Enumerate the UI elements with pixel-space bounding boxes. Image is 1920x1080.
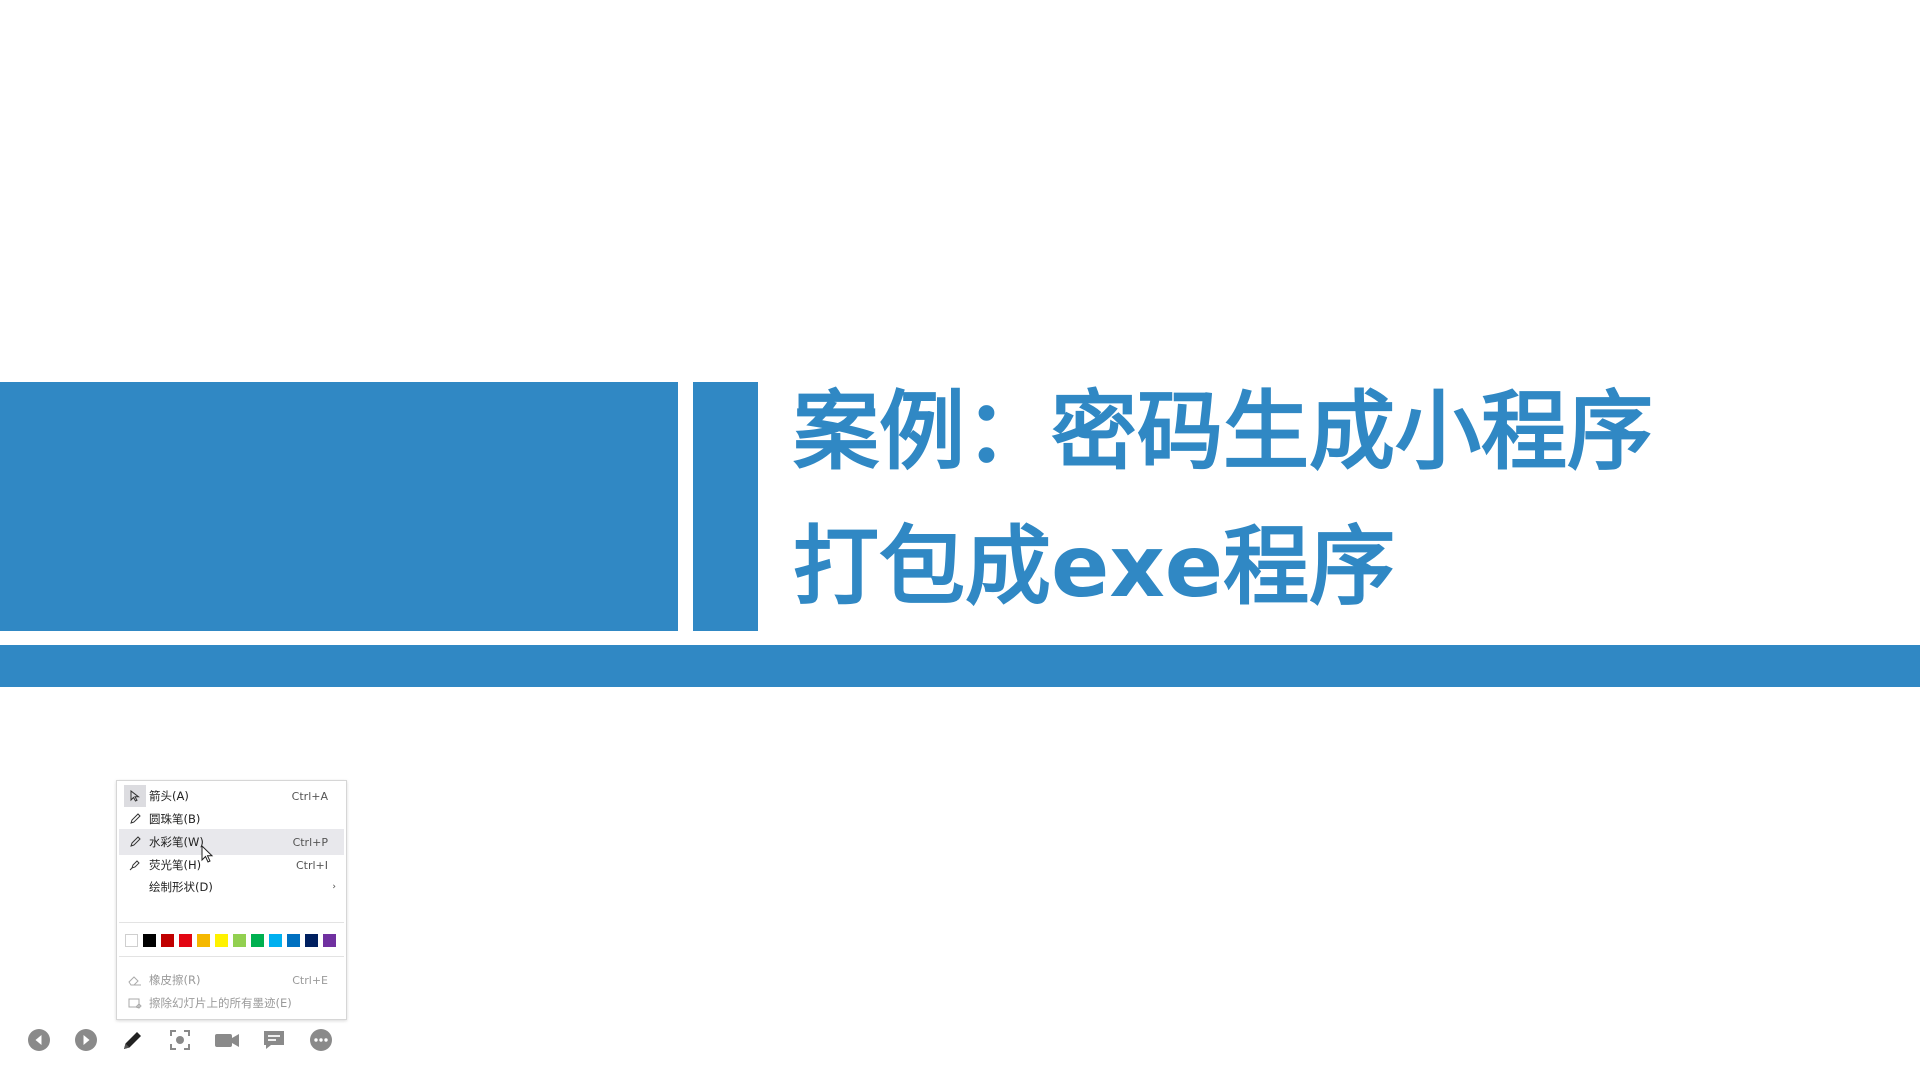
pen-tool-button[interactable] [118,1025,148,1055]
menu-item-shortcut: Ctrl+I [295,858,328,872]
color-swatch[interactable] [143,934,156,947]
zoom-button[interactable] [165,1025,195,1055]
zoom-icon [170,1030,190,1050]
previous-slide-button[interactable] [24,1025,54,1055]
ink-color-palette [125,934,336,947]
color-swatch[interactable] [125,934,138,947]
next-slide-button[interactable] [71,1025,101,1055]
menu-item-label: 橡皮擦(R) [149,973,201,987]
menu-item-label: 箭头(A) [149,789,189,803]
menu-item-label: 绘制形状(D) [149,880,213,894]
more-options-button[interactable] [306,1025,336,1055]
menu-item-shortcut: Ctrl+E [292,973,328,987]
highlighter-icon [124,854,146,876]
color-swatch[interactable] [323,934,336,947]
arrow-pointer-icon [124,785,146,807]
menu-item-label: 荧光笔(H) [149,858,202,872]
color-swatch[interactable] [161,934,174,947]
color-swatch[interactable] [305,934,318,947]
color-swatch[interactable] [269,934,282,947]
camera-icon [215,1034,239,1047]
mouse-cursor-icon [201,845,214,863]
menu-separator [119,922,344,923]
menu-item-label: 水彩笔(W) [149,835,204,849]
slide-title: 案例：密码生成小程序 [793,382,1653,482]
ink-context-menu: 箭头(A) Ctrl+A 圆珠笔(B) 水彩笔(W) Ctrl+P 荧光笔(H)… [116,780,347,1020]
previous-slide-icon [28,1029,50,1051]
chevron-right-icon: › [332,882,336,892]
menu-item-shortcut: Ctrl+P [292,835,328,849]
slide-subtitle: 打包成exe程序 [793,517,1396,617]
subtitles-icon [264,1031,284,1049]
camera-button[interactable] [212,1025,242,1055]
more-options-icon [310,1029,332,1051]
menu-item-label: 圆珠笔(B) [149,812,201,826]
pen-icon [124,808,146,830]
color-swatch[interactable] [179,934,192,947]
menu-separator [119,956,344,957]
pen-tool-icon [124,1032,141,1049]
next-slide-icon [75,1029,97,1051]
clear-ink-icon [124,992,146,1014]
mid-accent-block [693,382,758,631]
subtitles-button[interactable] [259,1025,289,1055]
slideshow-toolbar [24,1024,353,1056]
left-accent-block [0,382,678,631]
menu-item-label: 擦除幻灯片上的所有墨迹(E) [149,996,292,1010]
menu-item-shortcut: Ctrl+A [291,789,328,803]
color-swatch[interactable] [287,934,300,947]
color-swatch[interactable] [251,934,264,947]
menu-item-clear-all-ink[interactable]: 擦除幻灯片上的所有墨迹(E) [119,990,344,1016]
menu-item-draw-shapes[interactable]: 绘制形状(D) › [119,874,344,900]
color-swatch[interactable] [233,934,246,947]
color-swatch[interactable] [197,934,210,947]
bottom-accent-bar [0,645,1920,687]
pen-icon [124,831,146,853]
color-swatch[interactable] [215,934,228,947]
eraser-icon [124,969,146,991]
